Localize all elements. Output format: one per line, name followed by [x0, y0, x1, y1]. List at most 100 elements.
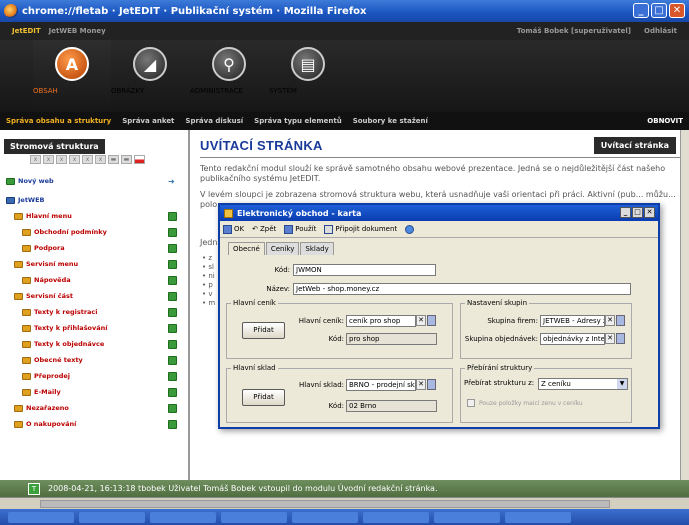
edit-icon[interactable]: [168, 259, 177, 269]
tree-tool-icon[interactable]: x: [43, 155, 54, 164]
kod-field[interactable]: JWMON: [293, 264, 436, 276]
tree-tool-icon[interactable]: x: [69, 155, 80, 164]
edit-icon[interactable]: [168, 403, 177, 413]
tree-item[interactable]: Servisní menu: [14, 256, 177, 272]
close-button[interactable]: ✕: [669, 3, 685, 18]
minimize-button[interactable]: _: [633, 3, 649, 18]
maximize-button[interactable]: □: [651, 3, 667, 18]
scrollbar-thumb[interactable]: [40, 500, 610, 508]
edit-icon[interactable]: [168, 211, 177, 221]
taskbar-item[interactable]: [505, 511, 571, 523]
subnav-item-content[interactable]: Správa obsahu a struktury: [6, 117, 111, 125]
tree-item[interactable]: Nápověda: [22, 272, 177, 288]
dialog-tabs: Obecné Ceníky Sklady: [228, 242, 335, 255]
edit-icon[interactable]: [168, 275, 177, 285]
tree-item[interactable]: Obchodní podmínky: [22, 224, 177, 240]
tree-tool-icon[interactable]: ▬: [121, 155, 132, 164]
tree-item[interactable]: Nezařazeno: [14, 400, 177, 416]
browse-icon[interactable]: [427, 315, 436, 326]
horizontal-scrollbar[interactable]: [0, 497, 689, 509]
tab-sklady[interactable]: Sklady: [300, 242, 334, 255]
vertical-scrollbar[interactable]: [680, 130, 689, 480]
company-group-field[interactable]: JETWEB - Adresy z: [540, 315, 605, 327]
dialog-minimize-button[interactable]: _: [620, 207, 631, 218]
pricelist-field[interactable]: ceník pro shop: [346, 315, 416, 327]
tab-obecne[interactable]: Obecné: [228, 242, 265, 255]
edit-icon[interactable]: [168, 307, 177, 317]
clear-icon[interactable]: ✕: [605, 315, 615, 326]
chevron-down-icon[interactable]: ▼: [617, 379, 627, 389]
tree-item[interactable]: Podpora: [22, 240, 177, 256]
tree-item-jetweb[interactable]: JetWEB: [6, 192, 45, 208]
taskbar-item[interactable]: [79, 511, 145, 523]
nav-obsah[interactable]: A OBSAH: [33, 40, 111, 112]
nav-administrace[interactable]: ⚲ ADMINISTRACE: [190, 40, 268, 112]
nav-system[interactable]: ▤ SYSTÉM: [269, 40, 347, 112]
edit-icon[interactable]: [168, 243, 177, 253]
taskbar-item[interactable]: [221, 511, 287, 523]
add-warehouse-button[interactable]: Přidat: [242, 389, 285, 406]
edit-icon[interactable]: [168, 387, 177, 397]
edit-icon[interactable]: [168, 355, 177, 365]
tree-item[interactable]: Obecné texty: [22, 352, 177, 368]
help-button[interactable]: [405, 224, 415, 234]
refresh-link[interactable]: OBNOVIT: [647, 117, 683, 125]
edit-icon[interactable]: [168, 419, 177, 429]
attach-button[interactable]: Připojit dokument: [324, 224, 397, 234]
new-web-item[interactable]: Nový web ➜: [6, 173, 175, 189]
warehouse-field[interactable]: BRNO - prodejní sklad: [346, 379, 416, 391]
tree-item[interactable]: Texty k registraci: [22, 304, 177, 320]
clear-icon[interactable]: ✕: [605, 333, 615, 344]
edit-icon[interactable]: [168, 227, 177, 237]
nazev-field[interactable]: JetWeb - shop.money.cz: [293, 283, 631, 295]
browse-icon[interactable]: [616, 315, 625, 326]
taskbar-item[interactable]: [150, 511, 216, 523]
taskbar-item[interactable]: [434, 511, 500, 523]
tree-label: Obecné texty: [34, 356, 83, 364]
dialog-close-button[interactable]: ✕: [644, 207, 655, 218]
browse-icon[interactable]: [616, 333, 625, 344]
ok-button[interactable]: OK: [223, 224, 244, 234]
tree-item[interactable]: O nakupování: [14, 416, 177, 432]
arrows-icon[interactable]: ➜: [168, 177, 178, 186]
tree-tool-icon[interactable]: x: [95, 155, 106, 164]
tree-item[interactable]: Servisní část: [14, 288, 177, 304]
tree-tool-icon[interactable]: x: [82, 155, 93, 164]
order-group-field[interactable]: objednávky z Inter: [540, 333, 605, 345]
clear-icon[interactable]: ✕: [416, 379, 426, 390]
back-button[interactable]: ↶ Zpět: [252, 225, 276, 233]
tree-item[interactable]: Texty k přihlašování: [22, 320, 177, 336]
browse-icon[interactable]: [427, 379, 436, 390]
subnav-item-downloads[interactable]: Soubory ke stažení: [353, 117, 428, 125]
logout-link[interactable]: Odhlásit: [644, 27, 677, 35]
tab-ceniky[interactable]: Ceníky: [265, 242, 300, 255]
subnav-item-polls[interactable]: Správa anket: [122, 117, 174, 125]
edit-icon[interactable]: [168, 291, 177, 301]
subnav-item-discussions[interactable]: Správa diskusí: [185, 117, 243, 125]
edit-icon[interactable]: [168, 371, 177, 381]
taskbar-item[interactable]: [292, 511, 358, 523]
add-pricelist-button[interactable]: Přidat: [242, 322, 285, 339]
dialog-maximize-button[interactable]: □: [632, 207, 643, 218]
nav-obrazky[interactable]: ◢ OBRÁZKY: [111, 40, 189, 112]
edit-icon[interactable]: [168, 339, 177, 349]
tree-tool-icon[interactable]: x: [30, 155, 41, 164]
tree-item[interactable]: Hlavní menu: [14, 208, 177, 224]
product-secondary[interactable]: JetWEB Money: [49, 27, 106, 35]
czech-flag-icon[interactable]: [134, 155, 145, 164]
tree-item[interactable]: Texty k objednávce: [22, 336, 177, 352]
tree-item[interactable]: Přeprodej: [22, 368, 177, 384]
structure-select[interactable]: Z ceníku ▼: [538, 378, 628, 390]
clear-icon[interactable]: ✕: [416, 315, 426, 326]
edit-icon[interactable]: [168, 323, 177, 333]
apply-button[interactable]: Použít: [284, 224, 316, 234]
taskbar-item[interactable]: [8, 511, 74, 523]
tree-tool-icon[interactable]: x: [56, 155, 67, 164]
kod-label: Kód:: [274, 266, 290, 274]
subnav-item-element-types[interactable]: Správa typu elementů: [254, 117, 342, 125]
structure-group: Přebírání struktury: [460, 364, 632, 423]
price-only-checkbox[interactable]: [467, 399, 475, 407]
taskbar-item[interactable]: [363, 511, 429, 523]
tree-tool-icon[interactable]: ▬: [108, 155, 119, 164]
tree-item[interactable]: E-Maily: [22, 384, 177, 400]
